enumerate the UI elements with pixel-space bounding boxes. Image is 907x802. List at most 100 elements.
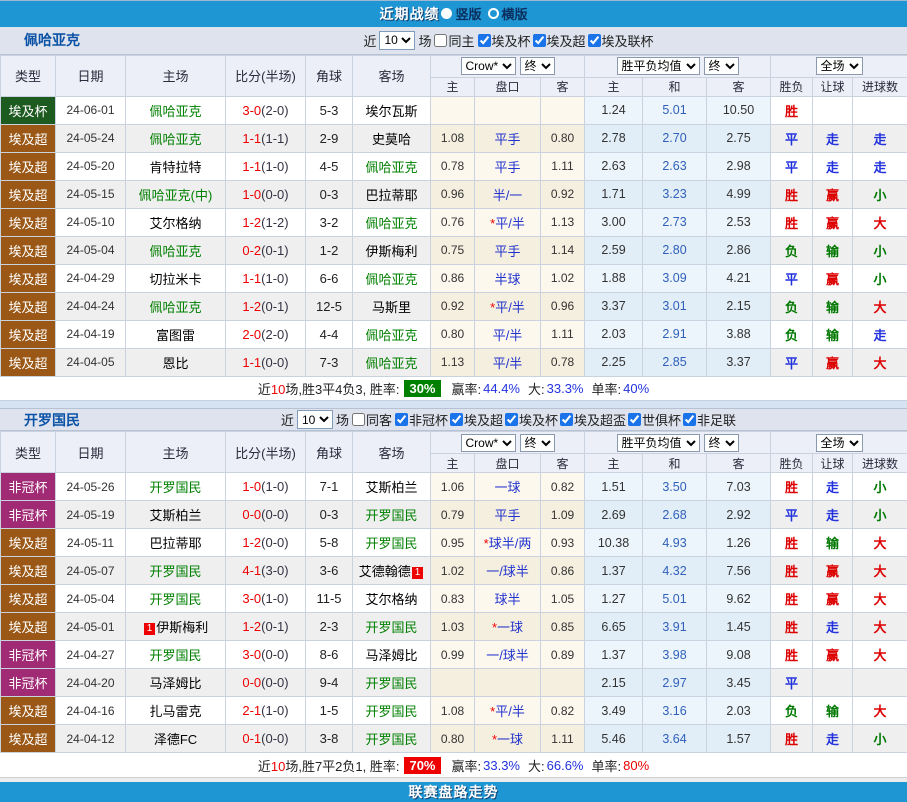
bookmaker-stage-select[interactable]: 终 [520,434,555,452]
competition-filter[interactable]: 世俱杯 [628,410,681,429]
odds-away: 9.08 [707,641,771,669]
matches-table-2: 类型 日期 主场 比分(半场) 角球 客场 Crow*终 胜平负均值终 全场 [0,431,907,753]
bookmaker-select[interactable]: Crow* [461,57,516,75]
competition-filter[interactable]: 埃及杯 [478,31,531,50]
away-team: 艾德翰德1 [353,557,431,585]
result-wdl: 平 [771,348,813,376]
competition-checkbox[interactable] [395,413,408,426]
odds-draw: 2.97 [643,669,707,697]
odds-home: 10.38 [585,529,643,557]
away-team: 佩哈亚克 [353,264,431,292]
match-date: 24-05-20 [56,152,126,180]
match-date: 24-04-16 [56,697,126,725]
competition-filter[interactable]: 埃及超 [533,31,586,50]
avg-stage-select[interactable]: 终 [704,434,739,452]
bookmaker-stage-select[interactable]: 终 [520,57,555,75]
ah-home-odds: 1.13 [431,348,475,376]
competition-checkbox[interactable] [505,413,518,426]
top-bar: 近期战绩 竖版横版 [0,1,907,27]
same-away-checkbox[interactable] [352,413,365,426]
competition-checkbox[interactable] [450,413,463,426]
match-date: 24-04-27 [56,641,126,669]
away-team: 开罗国民 [353,669,431,697]
col-odds-home: 主 [585,454,643,473]
corners-cell: 9-4 [306,669,353,697]
result-handicap: 赢 [813,180,853,208]
recent-count-select[interactable]: 10 [379,31,415,50]
competition-filter[interactable]: 埃及联杯 [588,31,654,50]
odds-away: 1.57 [707,725,771,753]
ah-line: *一球 [475,725,541,753]
result-goals: 小 [853,725,907,753]
competition-checkbox[interactable] [478,34,491,47]
competition-type-badge: 埃及超 [1,236,56,264]
competition-type-badge: 非冠杯 [1,501,56,529]
same-home-checkbox[interactable] [434,34,447,47]
ah-line: *平/半 [475,697,541,725]
avg-stage-select[interactable]: 终 [704,57,739,75]
score-cell: 2-1(1-0) [226,697,306,725]
orientation-radio[interactable]: 横版 [488,4,528,23]
ah-away-odds: 0.89 [541,641,585,669]
competition-filter[interactable]: 埃及超 [450,410,503,429]
competition-type-badge: 埃及超 [1,697,56,725]
competition-type-badge: 埃及超 [1,529,56,557]
league-handicap-trend-link[interactable]: 联赛盘路走势 [409,782,499,802]
ah-away-odds: 0.86 [541,557,585,585]
result-wdl: 胜 [771,641,813,669]
competition-checkbox[interactable] [533,34,546,47]
ah-home-odds: 1.02 [431,557,475,585]
ah-away-odds: 0.93 [541,529,585,557]
competition-filter[interactable]: 非足联 [683,410,736,429]
odds-home: 1.24 [585,96,643,124]
competition-filters-1: 埃及杯埃及超埃及联杯 [478,31,654,50]
result-handicap: 赢 [813,348,853,376]
table-row: 埃及超24-04-29切拉米卡1-1(1-0)6-6佩哈亚克0.86半球1.02… [1,264,907,292]
odds-away: 1.26 [707,529,771,557]
home-team: 艾斯柏兰 [126,501,226,529]
home-team: 富图雷 [126,320,226,348]
ah-home-odds [431,669,475,697]
bookmaker-select[interactable]: Crow* [461,434,516,452]
score-cell: 1-0(1-0) [226,473,306,501]
competition-filter[interactable]: 埃及超盃 [560,410,626,429]
ah-home-odds [431,96,475,124]
home-team: 佩哈亚克(中) [126,180,226,208]
competition-type-badge: 埃及超 [1,208,56,236]
radio-icon[interactable] [441,8,452,19]
result-goals: 大 [853,292,907,320]
scope-select[interactable]: 全场 [816,434,863,452]
competition-filter[interactable]: 非冠杯 [395,410,448,429]
competition-filter[interactable]: 埃及杯 [505,410,558,429]
competition-checkbox[interactable] [560,413,573,426]
recent-count-select[interactable]: 10 [297,410,333,429]
radio-icon[interactable] [488,8,499,19]
col-result-wdl: 胜负 [771,77,813,96]
col-odds-draw: 和 [643,77,707,96]
ah-line: 平手 [475,124,541,152]
result-handicap: 输 [813,292,853,320]
avg-odds-select[interactable]: 胜平负均值 [617,434,700,452]
ah-away-odds: 0.96 [541,292,585,320]
table-row: 埃及超24-04-19富图雷2-0(2-0)4-4佩哈亚克0.80平/半1.11… [1,320,907,348]
same-away-filter[interactable]: 同客 [352,410,392,429]
section-divider [0,400,907,409]
result-handicap: 输 [813,697,853,725]
orientation-radio[interactable]: 竖版 [441,4,481,23]
col-corner: 角球 [306,432,353,473]
competition-checkbox[interactable] [683,413,696,426]
footer-bar[interactable]: 联赛盘路走势 [0,782,907,802]
competition-checkbox[interactable] [628,413,641,426]
competition-checkbox[interactable] [588,34,601,47]
odds-draw: 3.64 [643,725,707,753]
away-team: 佩哈亚克 [353,208,431,236]
filters-2: 近 10 场 同客 非冠杯埃及超埃及杯埃及超盃世俱杯非足联 [230,410,907,429]
odds-home: 1.51 [585,473,643,501]
avg-odds-select[interactable]: 胜平负均值 [617,57,700,75]
corners-cell: 5-8 [306,529,353,557]
orientation-radios: 竖版横版 [441,4,527,23]
competition-type-badge: 埃及超 [1,613,56,641]
odds-away: 1.45 [707,613,771,641]
scope-select[interactable]: 全场 [816,57,863,75]
same-home-filter[interactable]: 同主 [434,31,474,50]
